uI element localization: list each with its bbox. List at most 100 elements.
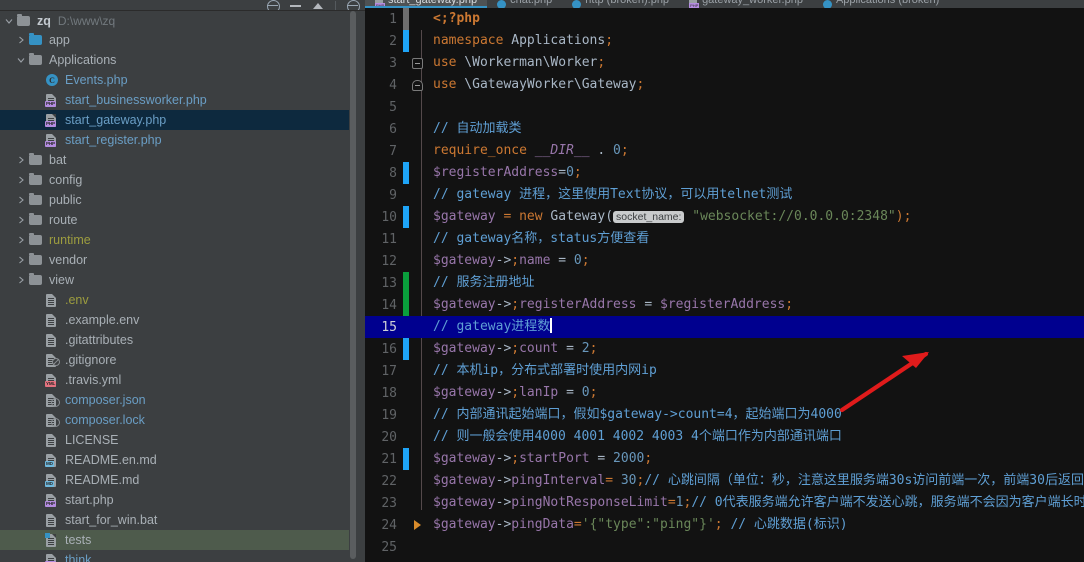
vcs-change-marker[interactable]	[403, 228, 409, 250]
code-line[interactable]: 12 $gateway->;name = 0;	[365, 250, 1084, 272]
code-line[interactable]: 18 $gateway->;lanIp = 0;	[365, 382, 1084, 404]
vcs-change-marker[interactable]	[403, 162, 409, 184]
chevron-right-icon[interactable]	[14, 36, 28, 44]
vcs-change-marker[interactable]	[403, 272, 409, 294]
tree-item-readme-md[interactable]: MD README.md	[0, 470, 357, 490]
tree-item--example-env[interactable]: .example.env	[0, 310, 357, 330]
code-line[interactable]: 24 $gateway->pingData='{"type":"ping"}'; …	[365, 514, 1084, 536]
vcs-change-marker[interactable]	[403, 96, 409, 118]
code-line[interactable]: 17 // 本机ip，分布式部署时使用内网ip	[365, 360, 1084, 382]
chevron-right-icon[interactable]	[14, 176, 28, 184]
vcs-change-marker[interactable]	[403, 118, 409, 140]
help-icon[interactable]	[346, 1, 359, 10]
vcs-change-marker[interactable]	[403, 184, 409, 206]
tree-item-start-gateway-php[interactable]: PHP start_gateway.php	[0, 110, 357, 130]
gutter-fold-area[interactable]	[409, 520, 425, 530]
vcs-change-marker[interactable]	[403, 250, 409, 272]
vcs-change-marker[interactable]	[403, 536, 409, 558]
tree-item-think[interactable]: PHP think	[0, 550, 357, 562]
code-line[interactable]: 25	[365, 536, 1084, 558]
tree-item-start-php[interactable]: PHP start.php	[0, 490, 357, 510]
vcs-change-marker[interactable]	[403, 470, 409, 492]
tree-item-app[interactable]: app	[0, 30, 357, 50]
code-line[interactable]: 15 // gateway进程数	[365, 316, 1084, 338]
vcs-change-marker[interactable]	[403, 360, 409, 382]
vcs-change-marker[interactable]	[403, 294, 409, 316]
editor-tab-gateway-worker-php[interactable]: PHP gateway_worker.php	[679, 0, 813, 8]
vcs-change-marker[interactable]	[403, 404, 409, 426]
tree-item-bat[interactable]: bat	[0, 150, 357, 170]
code-line[interactable]: 14 $gateway->;registerAddress = $register…	[365, 294, 1084, 316]
code-line[interactable]: 6 // 自动加载类	[365, 118, 1084, 140]
vcs-change-marker[interactable]	[403, 338, 409, 360]
vcs-change-marker[interactable]	[403, 382, 409, 404]
vcs-change-marker[interactable]	[403, 30, 409, 52]
tree-root-row[interactable]: zq D:\www\zq	[0, 11, 357, 30]
code-line[interactable]: 7 require_once __DIR__ . 0;	[365, 140, 1084, 162]
code-line[interactable]: 2 namespace Applications;	[365, 30, 1084, 52]
tree-item-composer-json[interactable]: composer.json	[0, 390, 357, 410]
chevron-right-icon[interactable]	[14, 276, 28, 284]
vcs-change-marker[interactable]	[403, 8, 409, 30]
tree-item-applications[interactable]: Applications	[0, 50, 357, 70]
tree-item--travis-yml[interactable]: YML .travis.yml	[0, 370, 357, 390]
tree-item-start-for-win-bat[interactable]: start_for_win.bat	[0, 510, 357, 530]
tree-item-config[interactable]: config	[0, 170, 357, 190]
vcs-change-marker[interactable]	[403, 206, 409, 228]
code-line[interactable]: 8 $registerAddress=0;	[365, 162, 1084, 184]
editor-tab-http-broken-php[interactable]: http (broken).php	[562, 0, 679, 8]
vcs-change-marker[interactable]	[403, 492, 409, 514]
editor-tab-start-gateway-php[interactable]: PHP start_gateway.php	[365, 0, 487, 8]
chevron-right-icon[interactable]	[14, 216, 28, 224]
chevron-right-icon[interactable]	[14, 236, 28, 244]
tree-item-view[interactable]: view	[0, 270, 357, 290]
code-line[interactable]: 13 // 服务注册地址	[365, 272, 1084, 294]
code-line[interactable]: 5	[365, 96, 1084, 118]
tree-item-runtime[interactable]: runtime	[0, 230, 357, 250]
vcs-change-marker[interactable]	[403, 316, 409, 338]
code-line[interactable]: 3 use \Workerman\Worker;	[365, 52, 1084, 74]
vcs-change-marker[interactable]	[403, 426, 409, 448]
upload-icon[interactable]	[312, 1, 325, 10]
code-line[interactable]: 10 $gateway = new Gateway(socket_name: "w…	[365, 206, 1084, 228]
code-line[interactable]: 9 // gateway 进程，这里使用Text协议，可以用telnet测试	[365, 184, 1084, 206]
code-line[interactable]: 19 // 内部通讯起始端口，假如$gateway->count=4，起始端口为4…	[365, 404, 1084, 426]
code-editor[interactable]: 1 <;?php 2 namespace Applications; 3 use \Wor…	[365, 8, 1084, 562]
code-line[interactable]: 20 // 则一般会使用4000 4001 4002 4003 4个端口作为内部通…	[365, 426, 1084, 448]
tree-item-start-register-php[interactable]: PHP start_register.php	[0, 130, 357, 150]
fold-collapse-icon[interactable]	[412, 80, 423, 91]
tree-item-readme-en-md[interactable]: MD README.en.md	[0, 450, 357, 470]
tree-item--gitignore[interactable]: .gitignore	[0, 350, 357, 370]
tree-item-license[interactable]: LICENSE	[0, 430, 357, 450]
code-line[interactable]: 1 <;?php	[365, 8, 1084, 30]
code-line[interactable]: 4 use \GatewayWorker\Gateway;	[365, 74, 1084, 96]
tree-item-vendor[interactable]: vendor	[0, 250, 357, 270]
chevron-down-icon[interactable]	[2, 17, 16, 25]
editor-tab-applications-broken-[interactable]: Applications (broken)	[813, 0, 949, 8]
code-line[interactable]: 22 $gateway->pingInterval= 30;// 心跳间隔（单位：…	[365, 470, 1084, 492]
vcs-change-marker[interactable]	[403, 140, 409, 162]
code-line[interactable]: 21 $gateway->;startPort = 2000;	[365, 448, 1084, 470]
tree-item-events-php[interactable]: C Events.php	[0, 70, 357, 90]
minus-icon[interactable]	[289, 1, 302, 10]
vcs-change-marker[interactable]	[403, 448, 409, 470]
tree-item-tests[interactable]: tests	[0, 530, 357, 550]
gutter-fold-area[interactable]	[409, 80, 425, 91]
code-line[interactable]: 23 $gateway->pingNotResponseLimit=1;// 0代…	[365, 492, 1084, 514]
globe-icon[interactable]	[266, 1, 279, 10]
tree-item-start-businessworker-php[interactable]: PHP start_businessworker.php	[0, 90, 357, 110]
editor-tab-bar[interactable]: PHP start_gateway.php chat.php http (broken…	[365, 0, 1084, 8]
run-gutter-icon[interactable]	[414, 520, 421, 530]
tree-item-route[interactable]: route	[0, 210, 357, 230]
chevron-right-icon[interactable]	[14, 256, 28, 264]
tree-item-public[interactable]: public	[0, 190, 357, 210]
code-line[interactable]: 11 // gateway名称，status方便查看	[365, 228, 1084, 250]
chevron-right-icon[interactable]	[14, 156, 28, 164]
tree-item--env[interactable]: .env	[0, 290, 357, 310]
chevron-right-icon[interactable]	[14, 196, 28, 204]
code-line[interactable]: 16 $gateway->;count = 2;	[365, 338, 1084, 360]
gutter-fold-area[interactable]	[409, 58, 425, 69]
fold-collapse-icon[interactable]	[412, 58, 423, 69]
tree-item--gitattributes[interactable]: .gitattributes	[0, 330, 357, 350]
project-tree-panel[interactable]: zq D:\www\zq app Applications C Events.php P…	[0, 11, 357, 562]
